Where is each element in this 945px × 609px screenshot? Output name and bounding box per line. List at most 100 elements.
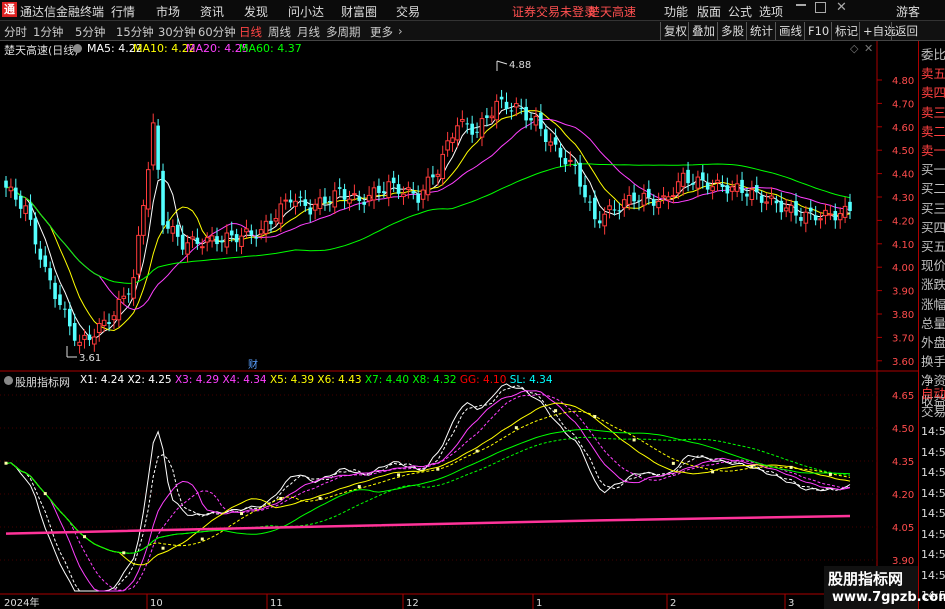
period-5min[interactable]: 5分钟: [75, 24, 105, 40]
candle-body: [209, 235, 215, 242]
trade-detail-label[interactable]: 交易: [921, 402, 945, 421]
sidebar-item-11[interactable]: 现价: [921, 256, 945, 275]
period-weekly[interactable]: 周线: [268, 24, 291, 40]
period-60min[interactable]: 60分钟: [198, 24, 236, 40]
sidebar-item-5[interactable]: 卖一: [921, 141, 945, 160]
candle-body: [455, 125, 460, 141]
auto-refresh-toggle[interactable]: 自动: [921, 384, 945, 403]
sidebar-item-12[interactable]: 涨跌: [921, 275, 945, 294]
menu-item-hangqing[interactable]: 行情: [111, 3, 135, 20]
candle-body: [740, 179, 744, 193]
period-multi[interactable]: 多周期: [326, 24, 361, 40]
candle-body: [288, 199, 293, 203]
candle-body: [190, 236, 195, 240]
candle-body: [382, 191, 386, 194]
sidebar-item-8[interactable]: 买三: [921, 199, 945, 218]
menu-item-xuanxiang[interactable]: 选项: [759, 3, 783, 20]
more-chevron-icon[interactable]: ›: [398, 24, 403, 38]
candle-body: [23, 205, 28, 214]
menu-item-jiaoyi[interactable]: 交易: [396, 3, 420, 20]
candle-body: [92, 336, 97, 345]
candle-body: [612, 209, 617, 211]
candle-body: [8, 186, 14, 192]
menu-item-gongneng[interactable]: 功能: [664, 3, 688, 20]
login-status[interactable]: 证券交易未登录: [512, 3, 596, 20]
menu-item-caifuquan[interactable]: 财富圈: [341, 3, 377, 20]
candle-body: [558, 147, 563, 158]
menu-bar: 通 通达信金融终端 行情 市场 资讯 发现 问小达 财富圈 交易 证券交易未登录…: [0, 0, 945, 21]
candle-body: [298, 196, 303, 198]
menu-item-shichang[interactable]: 市场: [156, 3, 180, 20]
sidebar-item-4[interactable]: 卖二: [921, 122, 945, 141]
trade-time-0: 14:56: [921, 425, 945, 438]
sidebar-item-3[interactable]: 卖三: [921, 103, 945, 122]
back-button[interactable]: 返回: [891, 22, 921, 40]
main-ytick-8: 4.00: [892, 263, 914, 274]
period-15min[interactable]: 15分钟: [116, 24, 154, 40]
guest-user[interactable]: 游客: [896, 3, 920, 20]
candle-body: [38, 248, 43, 260]
minimize-icon[interactable]: [796, 4, 806, 6]
period-more[interactable]: 更多: [370, 24, 393, 40]
statistics-button[interactable]: 统计: [746, 22, 776, 40]
kline-chart[interactable]: 4.80 4.70 4.60 4.50 4.40 4.30 4.20 4.10 4.00 3.90…: [0, 41, 918, 609]
menu-item-zixun[interactable]: 资讯: [200, 3, 224, 20]
candle-body: [258, 229, 264, 235]
main-ytick-3: 4.50: [892, 146, 914, 157]
period-monthly[interactable]: 月线: [297, 24, 320, 40]
x4-line: [5, 393, 850, 591]
finance-event-marker[interactable]: 财: [248, 358, 258, 371]
main-ytick-0: 4.80: [892, 76, 914, 87]
draw-line-button[interactable]: 画线: [775, 22, 805, 40]
ind-ytick-3: 4.20: [892, 490, 914, 501]
period-daily[interactable]: 日线: [239, 24, 262, 40]
candle-body: [435, 173, 441, 177]
close-icon[interactable]: ✕: [836, 0, 847, 15]
sidebar-item-14[interactable]: 总量: [921, 314, 945, 333]
restore-rights-button[interactable]: 复权: [660, 22, 690, 40]
sidebar-item-2[interactable]: 卖四: [921, 83, 945, 102]
sl-marker: [475, 449, 479, 453]
candle-body: [621, 199, 627, 209]
menu-item-faxian[interactable]: 发现: [244, 3, 268, 20]
sl-marker: [357, 485, 361, 489]
candle-body: [166, 221, 170, 229]
main-ytick-2: 4.60: [892, 123, 914, 134]
menu-item-banmian[interactable]: 版面: [697, 3, 721, 20]
period-1min[interactable]: 1分钟: [33, 24, 63, 40]
sidebar-item-15[interactable]: 外盘: [921, 333, 945, 352]
sidebar-item-13[interactable]: 涨幅: [921, 295, 945, 314]
candle-body: [4, 180, 8, 188]
sidebar-item-6[interactable]: 买一: [921, 160, 945, 179]
sidebar-item-7[interactable]: 买二: [921, 179, 945, 198]
sidebar-item-9[interactable]: 买四: [921, 218, 945, 237]
candle-body: [504, 101, 509, 110]
candle-body: [475, 131, 479, 133]
main-ytick-9: 3.90: [892, 287, 914, 298]
sidebar-item-1[interactable]: 卖五: [921, 64, 945, 83]
mark-button[interactable]: 标记: [831, 22, 861, 40]
ind-ytick-2: 4.35: [892, 457, 914, 468]
x8-line: [5, 436, 851, 554]
multi-stock-button[interactable]: 多股: [717, 22, 747, 40]
sidebar-item-16[interactable]: 换手: [921, 352, 945, 371]
menu-item-gongshi[interactable]: 公式: [728, 3, 752, 20]
overlay-button[interactable]: 叠加: [688, 22, 718, 40]
candle-body: [833, 211, 838, 221]
candle-body: [470, 123, 474, 135]
candle-body: [485, 115, 489, 118]
candle-body: [347, 198, 352, 204]
candle-body: [842, 205, 848, 218]
maximize-icon[interactable]: [815, 2, 826, 13]
candle-body: [578, 162, 582, 187]
menu-item-wenxiaoda[interactable]: 问小达: [288, 3, 324, 20]
candle-body: [116, 298, 122, 321]
period-fenshi[interactable]: 分时: [4, 24, 27, 40]
candle-body: [647, 188, 651, 198]
candle-body: [440, 153, 446, 179]
candle-body: [499, 96, 504, 100]
sidebar-item-0[interactable]: 委比: [921, 45, 945, 64]
period-30min[interactable]: 30分钟: [158, 24, 196, 40]
f10-button[interactable]: F10: [804, 22, 832, 40]
sidebar-item-10[interactable]: 买五: [921, 237, 945, 256]
